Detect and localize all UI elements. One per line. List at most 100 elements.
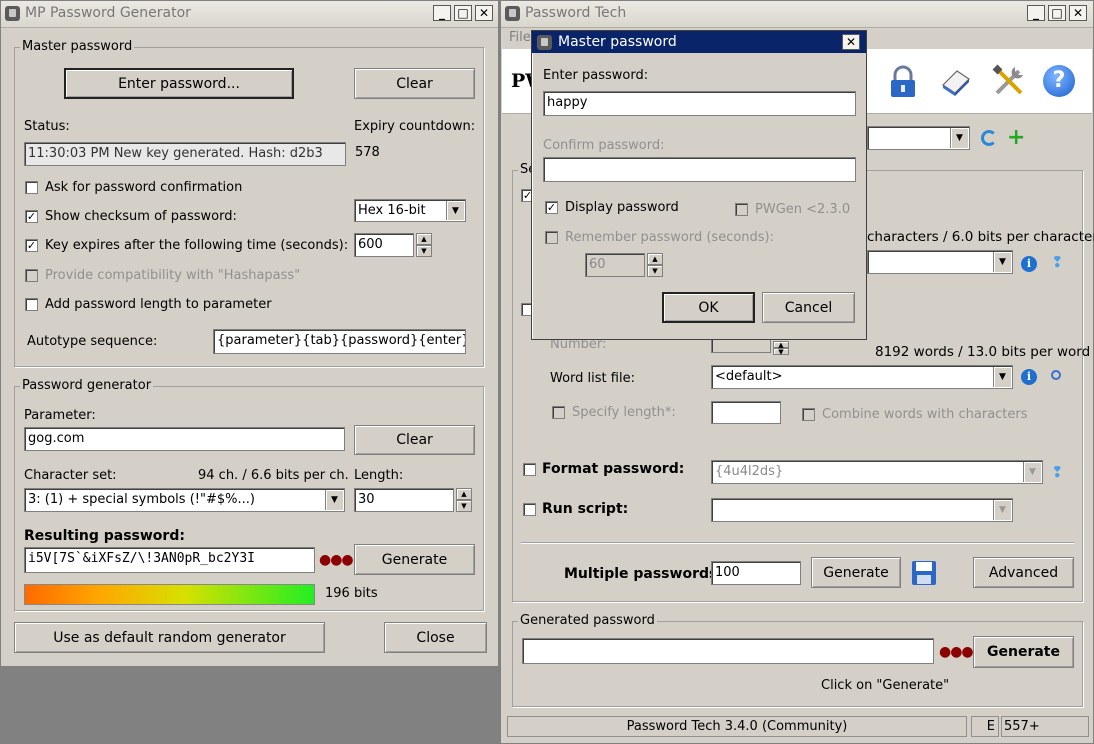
spin-down-icon[interactable]: ▼ [773, 348, 789, 356]
hashapass-label: Provide compatibility with "Hashapass" [45, 268, 301, 283]
chevron-down-icon[interactable]: ▼ [993, 367, 1011, 387]
spin-up-icon[interactable]: ▲ [456, 488, 472, 500]
enter-password-input[interactable]: happy [543, 91, 856, 116]
dialog-titlebar[interactable]: Master password ✕ [532, 31, 866, 53]
length-spinner[interactable]: ▲ ▼ [456, 488, 472, 512]
parameter-clear-button[interactable]: Clear [354, 425, 475, 455]
number-spinner[interactable]: ▲ ▼ [773, 341, 789, 356]
checksum-type-select[interactable]: Hex 16-bit ▼ [354, 199, 466, 222]
minimize-icon[interactable]: _ [1027, 5, 1045, 21]
show-password-dots-icon[interactable]: ●●● [319, 552, 354, 568]
spin-up-icon[interactable]: ▲ [647, 253, 663, 265]
wordlist-select[interactable]: <default> ▼ [711, 365, 1013, 389]
result-password-field[interactable]: i5V[7S`&iXFsZ/\!3AN0pR_bc2Y3I [24, 547, 315, 573]
key-expires-checkbox[interactable]: ✓ [25, 239, 38, 252]
master-password-group-title: Master password [20, 39, 135, 54]
maximize-icon[interactable]: □ [1048, 5, 1066, 21]
show-checksum-checkbox[interactable]: ✓ [25, 210, 38, 223]
generated-password-field[interactable] [522, 638, 934, 664]
checksum-type-value: Hex 16-bit [358, 203, 426, 218]
remember-seconds-input[interactable]: 60 [585, 253, 645, 277]
dialog-ok-button[interactable]: OK [662, 292, 755, 323]
advanced-button[interactable]: Advanced [973, 557, 1074, 588]
chevron-down-icon[interactable]: ▼ [993, 252, 1011, 272]
status-bar-version: Password Tech 3.4.0 (Community) [507, 716, 967, 737]
search-icon[interactable] [1051, 370, 1061, 380]
charset-select[interactable]: 3: (1) + special symbols (!"#$%...) ▼ [24, 488, 345, 512]
profile-select[interactable]: ▼ [867, 126, 970, 150]
specify-length-checkbox[interactable] [552, 406, 565, 419]
status-bar-count: 557+ [1001, 716, 1089, 737]
remember-seconds-spinner[interactable]: ▲ ▼ [647, 253, 663, 277]
hint-icon[interactable]: ❢ [1051, 463, 1064, 481]
maximize-icon[interactable]: □ [454, 5, 472, 21]
pt-window-title: Password Tech [525, 5, 627, 21]
chevron-down-icon[interactable]: ▼ [950, 128, 968, 148]
chevron-down-icon[interactable]: ▼ [993, 500, 1011, 520]
spin-down-icon[interactable]: ▼ [416, 245, 432, 257]
close-icon[interactable]: ✕ [475, 5, 493, 21]
mp-generate-button[interactable]: Generate [354, 544, 475, 575]
strength-bits: 196 bits [325, 586, 378, 601]
length-input[interactable]: 30 [354, 488, 454, 512]
lock-icon[interactable] [887, 65, 919, 99]
eraser-icon[interactable] [939, 65, 973, 97]
help-icon[interactable]: ? [1043, 65, 1075, 97]
info-icon[interactable]: i [1021, 369, 1037, 385]
spin-down-icon[interactable]: ▼ [647, 265, 663, 277]
chevron-down-icon[interactable]: ▼ [325, 490, 343, 510]
remember-password-checkbox[interactable] [545, 231, 558, 244]
ask-confirm-checkbox[interactable] [25, 181, 38, 194]
autotype-input[interactable]: {parameter}{tab}{password}{enter} [213, 329, 466, 354]
chevron-down-icon[interactable]: ▼ [446, 201, 464, 220]
key-expires-input[interactable]: 600 [354, 233, 414, 257]
refresh-icon[interactable] [981, 130, 997, 146]
display-password-checkbox[interactable]: ✓ [545, 201, 558, 214]
multiple-generate-button[interactable]: Generate [811, 557, 901, 588]
master-clear-button[interactable]: Clear [354, 68, 475, 99]
format-password-select[interactable]: {4u4l2ds} ▼ [711, 460, 1043, 484]
tools-icon[interactable] [991, 63, 1027, 99]
run-script-checkbox[interactable] [523, 503, 536, 516]
format-password-checkbox[interactable] [523, 463, 536, 476]
save-icon[interactable] [911, 560, 937, 586]
mp-titlebar[interactable]: MP Password Generator _ □ ✕ [1, 1, 498, 28]
pwgen-checkbox[interactable] [735, 203, 748, 216]
close-icon[interactable]: ✕ [842, 34, 860, 50]
chevron-down-icon[interactable]: ▼ [1023, 462, 1041, 482]
format-password-label: Format password: [542, 461, 685, 477]
multiple-passwords-input[interactable]: 100 [711, 561, 801, 585]
hashapass-checkbox[interactable] [25, 269, 38, 282]
status-field: 11:30:03 PM New key generated. Hash: d2b… [24, 142, 346, 166]
pt-titlebar[interactable]: Password Tech _ □ ✕ [501, 1, 1093, 28]
expiry-label: Expiry countdown: [354, 119, 476, 134]
add-length-checkbox[interactable] [25, 298, 38, 311]
specify-length-input[interactable] [711, 401, 781, 424]
key-expires-spinner[interactable]: ▲ ▼ [416, 233, 432, 257]
hint-icon[interactable]: ❢ [1051, 253, 1064, 271]
spin-up-icon[interactable]: ▲ [416, 233, 432, 245]
confirm-password-input[interactable] [543, 157, 856, 182]
status-label: Status: [24, 119, 70, 134]
wordlist-label: Word list file: [550, 371, 635, 386]
show-password-dots-icon[interactable]: ●●● [939, 644, 974, 660]
enter-password-label: Enter password: [543, 68, 649, 83]
parameter-input[interactable]: gog.com [24, 427, 345, 451]
menu-file[interactable]: File [509, 30, 531, 45]
default-random-generator-button[interactable]: Use as default random generator [14, 622, 325, 653]
password-generator-group-title: Password generator [20, 378, 154, 393]
charset-pt-select[interactable]: ▼ [867, 250, 1013, 274]
mp-close-button[interactable]: Close [384, 622, 487, 653]
charset-value: 3: (1) + special symbols (!"#$%...) [28, 492, 255, 507]
dialog-cancel-button[interactable]: Cancel [762, 292, 855, 323]
status-count-text: 557+ [1004, 719, 1040, 734]
spin-down-icon[interactable]: ▼ [456, 500, 472, 512]
combine-words-checkbox[interactable] [802, 408, 815, 421]
run-script-select[interactable]: ▼ [711, 498, 1013, 522]
enter-password-button[interactable]: Enter password... [64, 68, 294, 99]
add-icon[interactable]: + [1007, 127, 1025, 149]
main-generate-button[interactable]: Generate [973, 636, 1074, 668]
minimize-icon[interactable]: _ [433, 5, 451, 21]
close-icon[interactable]: ✕ [1069, 5, 1087, 21]
info-icon[interactable]: i [1021, 256, 1037, 272]
